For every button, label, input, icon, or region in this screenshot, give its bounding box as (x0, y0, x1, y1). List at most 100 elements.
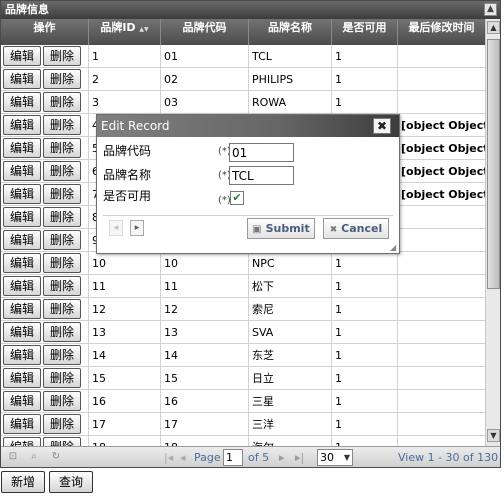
table-row[interactable]: 编辑 删除 3 03 ROWA 1 (1, 91, 485, 114)
close-icon[interactable]: ✖ (373, 118, 391, 134)
submit-button[interactable]: ▣ Submit (247, 218, 315, 239)
edit-button[interactable]: 编辑 (3, 92, 41, 112)
submit-label: Submit (265, 222, 310, 235)
delete-button[interactable]: 删除 (43, 46, 81, 66)
delete-button[interactable]: 删除 (43, 115, 81, 135)
delete-button[interactable]: 删除 (43, 299, 81, 319)
dialog-title-bar[interactable]: Edit Record (97, 115, 399, 137)
delete-button[interactable]: 删除 (43, 345, 81, 365)
scroll-down-icon[interactable]: ▼ (487, 429, 500, 442)
refresh-icon[interactable]: ⊡ (7, 451, 19, 463)
cell-brand-id: 15 (89, 367, 161, 390)
cell-actions: 编辑删除 (1, 137, 89, 160)
last-page-icon[interactable]: ▸| (295, 450, 304, 466)
column-header-brand-id[interactable]: 品牌ID ▲▼ (89, 19, 161, 45)
cell-enabled: 1 (332, 413, 398, 436)
edit-button[interactable]: 编辑 (3, 322, 41, 342)
rows-per-page-value: 30 (320, 451, 334, 464)
collapse-icon[interactable]: ▲ (484, 3, 497, 16)
delete-button[interactable]: 删除 (43, 69, 81, 89)
enabled-checkbox[interactable]: ✔ (230, 191, 244, 205)
next-page-icon[interactable]: ▸ (279, 450, 285, 466)
table-row[interactable]: 编辑 删除 16 16 三星 1 (1, 390, 485, 413)
table-row[interactable]: 编辑 删除 14 14 东芝 1 (1, 344, 485, 367)
cell-brand-code: 15 (161, 367, 249, 390)
delete-button[interactable]: 删除 (43, 253, 81, 273)
search-icon[interactable]: ⌕ (28, 451, 40, 463)
delete-button[interactable]: 删除 (43, 230, 81, 250)
table-row[interactable]: 编辑 删除 2 02 PHILIPS 1 (1, 68, 485, 91)
delete-button[interactable]: 删除 (43, 276, 81, 296)
delete-button[interactable]: 删除 (43, 322, 81, 342)
edit-button[interactable]: 编辑 (3, 368, 41, 388)
column-header-brand-name[interactable]: 品牌名称 (249, 19, 332, 45)
edit-button[interactable]: 编辑 (3, 207, 41, 227)
edit-button[interactable]: 编辑 (3, 138, 41, 158)
edit-button[interactable]: 编辑 (3, 299, 41, 319)
prev-record-icon[interactable]: ◂ (109, 220, 123, 236)
cell-enabled: 1 (332, 298, 398, 321)
column-header-brand-code[interactable]: 品牌代码 (161, 19, 249, 45)
delete-button[interactable]: 删除 (43, 437, 81, 446)
delete-button[interactable]: 删除 (43, 368, 81, 388)
delete-button[interactable]: 删除 (43, 184, 81, 204)
table-row[interactable]: 编辑删除1818海尔1 (1, 436, 485, 446)
cell-brand-name: 东芝 (249, 344, 332, 367)
prev-page-icon[interactable]: ◂ (180, 450, 186, 466)
edit-button[interactable]: 编辑 (3, 276, 41, 296)
table-row[interactable]: 编辑 删除 13 13 SVA 1 (1, 321, 485, 344)
delete-button[interactable]: 删除 (43, 161, 81, 181)
table-row[interactable]: 编辑 删除 12 12 索尼 1 (1, 298, 485, 321)
cell-brand-name: 索尼 (249, 298, 332, 321)
save-icon: ▣ (252, 224, 262, 235)
table-row[interactable]: 编辑 删除 11 11 松下 1 (1, 275, 485, 298)
cell-actions: 编辑删除 (1, 206, 89, 229)
rows-per-page-select[interactable]: 30 ▼ (317, 449, 353, 466)
delete-button[interactable]: 删除 (43, 207, 81, 227)
brand-code-field[interactable] (229, 143, 294, 162)
edit-button[interactable]: 编辑 (3, 69, 41, 89)
edit-button[interactable]: 编辑 (3, 161, 41, 181)
edit-button[interactable]: 编辑 (3, 345, 41, 365)
query-button[interactable]: 查询 (49, 471, 93, 493)
cell-enabled: 1 (332, 45, 398, 68)
table-row[interactable]: 编辑 删除 1 01 TCL 1 (1, 45, 485, 68)
first-page-icon[interactable]: |◂ (164, 450, 173, 466)
edit-button[interactable]: 编辑 (3, 391, 41, 411)
delete-button[interactable]: 删除 (43, 138, 81, 158)
delete-button[interactable]: 删除 (43, 414, 81, 434)
delete-button[interactable]: 删除 (43, 391, 81, 411)
column-header-action[interactable]: 操作 (1, 19, 89, 45)
edit-button[interactable]: 编辑 (3, 414, 41, 434)
page-number-input[interactable] (223, 449, 243, 466)
column-header-enabled[interactable]: 是否可用 (332, 19, 398, 45)
reload-icon[interactable]: ↻ (50, 451, 62, 463)
cell-brand-name: 三洋 (249, 413, 332, 436)
table-row[interactable]: 编辑 删除 17 17 三洋 1 (1, 413, 485, 436)
cell-actions: 编辑删除 (1, 298, 89, 321)
vertical-scrollbar[interactable]: ▲ ▼ (485, 19, 500, 446)
scroll-up-icon[interactable]: ▲ (487, 21, 500, 34)
edit-button[interactable]: 编辑 (3, 253, 41, 273)
sort-arrows-icon[interactable]: ▲▼ (139, 26, 148, 33)
scroll-thumb[interactable] (487, 39, 500, 289)
edit-button[interactable]: 编辑 (3, 437, 41, 446)
resize-handle-icon[interactable]: ◢ (390, 244, 398, 252)
add-button[interactable]: 新增 (1, 471, 45, 493)
dialog-title: Edit Record (101, 119, 170, 133)
edit-button[interactable]: 编辑 (3, 230, 41, 250)
edit-button[interactable]: 编辑 (3, 184, 41, 204)
edit-button[interactable]: 编辑 (3, 46, 41, 66)
delete-button[interactable]: 删除 (43, 92, 81, 112)
cell-enabled: 1 (332, 252, 398, 275)
cell-enabled: 1 (332, 436, 398, 446)
brand-name-field[interactable] (229, 166, 294, 185)
table-row[interactable]: 编辑 删除 10 10 NPC 1 (1, 252, 485, 275)
cell-brand-id: 3 (89, 91, 161, 114)
table-row[interactable]: 编辑 删除 15 15 日立 1 (1, 367, 485, 390)
cell-brand-name: NPC (249, 252, 332, 275)
next-record-icon[interactable]: ▸ (130, 220, 144, 236)
column-header-modified[interactable]: 最后修改时间 (398, 19, 485, 45)
edit-button[interactable]: 编辑 (3, 115, 41, 135)
cancel-button[interactable]: ✖ Cancel (323, 218, 389, 239)
